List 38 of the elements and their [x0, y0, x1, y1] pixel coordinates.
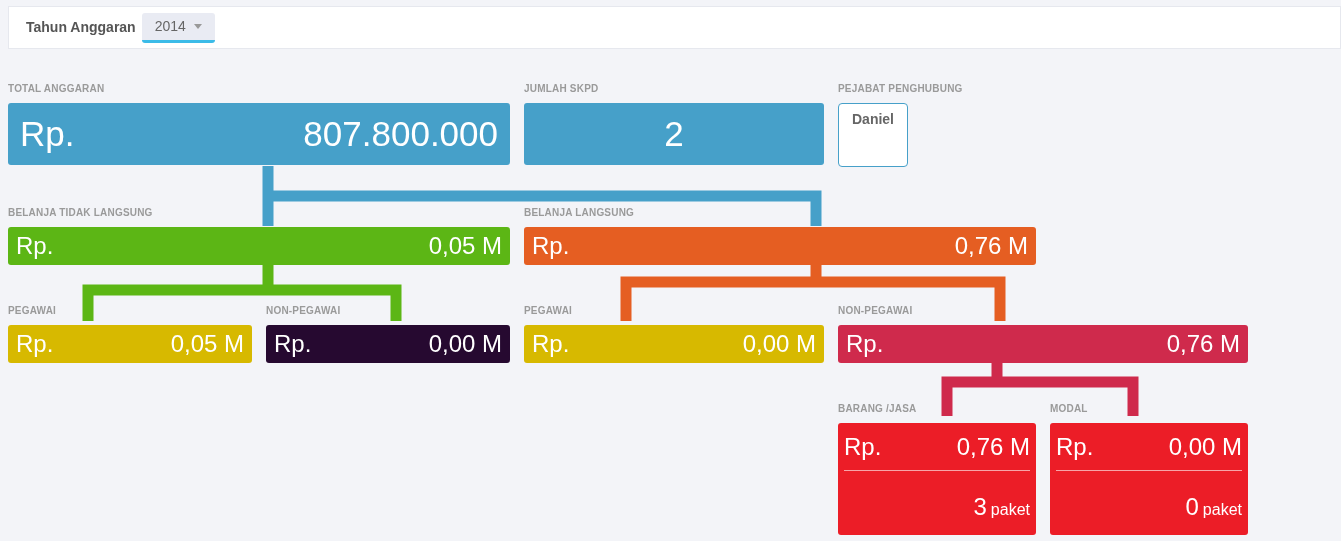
amount-value: 807.800.000	[303, 112, 498, 155]
caret-icon	[193, 23, 202, 29]
amount-value: 0,00 M	[1168, 431, 1242, 462]
currency-label: Rp.	[532, 231, 570, 261]
currency-label: Rp.	[532, 329, 570, 359]
filter-label: Tahun Anggaran	[26, 18, 136, 37]
amount-value: 0,05 M	[428, 231, 502, 261]
currency-label: Rp.	[1056, 431, 1094, 462]
amount-value: 0,76 M	[956, 431, 1030, 462]
count-value: 2	[664, 112, 684, 155]
section-label: JUMLAH SKPD	[524, 82, 600, 96]
package-unit: paket	[1202, 500, 1242, 520]
amount-value: 0,76 M	[1166, 329, 1240, 359]
year-dropdown[interactable]: 2014	[141, 12, 215, 43]
currency-label: Rp.	[844, 431, 882, 462]
currency-label: Rp.	[16, 329, 54, 359]
amount-value: 0,00 M	[742, 329, 816, 359]
section-label: NON-PEGAWAI	[838, 304, 914, 318]
section-label: PEGAWAI	[524, 304, 574, 318]
contact-name: Daniel	[852, 110, 894, 129]
amount-value: 0,00 M	[428, 329, 502, 359]
section-label: NON-PEGAWAI	[266, 304, 342, 318]
amount-value: 0,76 M	[954, 231, 1028, 261]
currency-label: Rp.	[846, 329, 884, 359]
section-label: PEGAWAI	[8, 304, 58, 318]
amount-value: 0,05 M	[170, 329, 244, 359]
section-label: TOTAL ANGGARAN	[8, 82, 106, 96]
section-label: MODAL	[1050, 402, 1089, 416]
package-count: 0	[1185, 492, 1199, 522]
package-unit: paket	[990, 500, 1030, 520]
section-label: BELANJA LANGSUNG	[524, 206, 636, 220]
package-count: 3	[973, 492, 987, 522]
section-label: BARANG /JASA	[838, 402, 918, 416]
currency-label: Rp.	[274, 329, 312, 359]
section-label: BELANJA TIDAK LANGSUNG	[8, 206, 154, 220]
section-label: PEJABAT PENGHUBUNG	[838, 82, 964, 96]
currency-label: Rp.	[20, 112, 75, 155]
currency-label: Rp.	[16, 231, 54, 261]
